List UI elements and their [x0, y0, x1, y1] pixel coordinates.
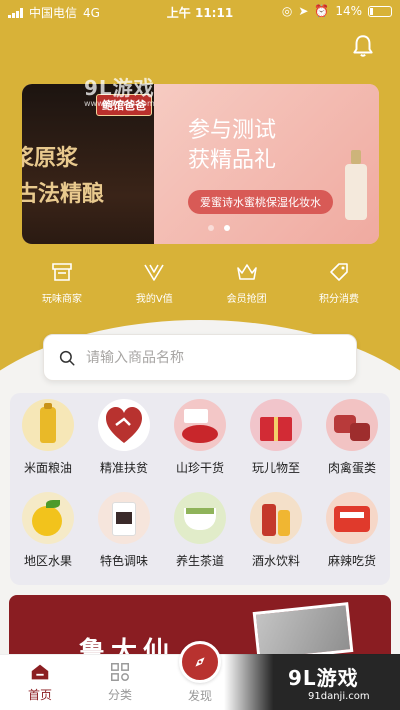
crown-icon: [236, 264, 257, 280]
banner-title: 参与测试 获精品礼: [188, 116, 276, 176]
search-input[interactable]: [86, 349, 326, 366]
quick-link-points[interactable]: 积分消费: [299, 260, 379, 305]
watermark-bottom: 9L游戏 91danji.com: [224, 654, 400, 710]
category-label: 玩儿物至: [251, 461, 300, 475]
tag-icon: [330, 263, 348, 281]
drinks-icon: [250, 492, 302, 544]
category-label: 米面粮油: [23, 461, 72, 475]
quick-links: 玩味商家 我的V值 会员抢团 积分消费: [22, 260, 379, 305]
category-regional-fruit[interactable]: 地区水果: [10, 492, 86, 582]
promo-photo: [252, 602, 354, 655]
category-grid: 米面粮油 精准扶贫 山珍干货 玩儿物至 肉禽蛋类 地区水果 特色调味 养生茶道 …: [10, 393, 390, 585]
oil-bottle-icon: [22, 399, 74, 451]
category-label: 地区水果: [23, 554, 72, 568]
category-label: 精准扶贫: [99, 461, 148, 475]
quick-link-label: 会员抢团: [226, 294, 267, 305]
quick-link-member-group[interactable]: 会员抢团: [207, 260, 287, 305]
grid-icon: [111, 663, 129, 681]
quick-link-v-value[interactable]: 我的V值: [114, 260, 194, 305]
banner-title-line-2: 获精品礼: [188, 148, 277, 173]
category-spicy-snacks[interactable]: 麻辣吃货: [314, 492, 390, 582]
watermark-brand: 9L游戏: [84, 76, 155, 100]
category-label: 麻辣吃货: [327, 554, 376, 568]
tea-cup-icon: [174, 492, 226, 544]
watermark-site: 91danji.com: [308, 691, 370, 702]
banner-left-text-2: 古法精酿: [22, 182, 105, 207]
category-tea[interactable]: 养生茶道: [162, 492, 238, 582]
quick-link-label: 积分消费: [318, 294, 359, 305]
battery-percent: 14%: [335, 4, 362, 18]
banner-title-line-1: 参与测试: [188, 118, 277, 143]
category-label: 酒水饮料: [251, 554, 300, 568]
tab-label: 发现: [187, 689, 212, 703]
category-label: 山珍干货: [175, 461, 224, 475]
shop-icon: [52, 263, 72, 281]
tab-home[interactable]: 首页: [10, 661, 70, 703]
watermark-site: www.91danji.com: [84, 99, 155, 108]
watermark-top: 9L游戏 www.91danji.com: [84, 72, 155, 108]
banner-product-pill: 爱蜜诗水蜜桃保湿化妆水: [188, 190, 333, 214]
category-label: 肉禽蛋类: [327, 461, 376, 475]
category-toys[interactable]: 玩儿物至: [238, 399, 314, 489]
category-label: 特色调味: [99, 554, 148, 568]
lotion-bottle-icon: [345, 150, 367, 220]
compass-icon: [179, 641, 221, 683]
orientation-lock-icon: ◎: [281, 4, 293, 18]
spicy-snack-icon: [326, 492, 378, 544]
quick-link-label: 我的V值: [135, 294, 173, 305]
heart-hands-icon: [98, 399, 150, 451]
banner-beer-panel: 鲍馆爸爸 浆原浆 古法精酿: [22, 84, 154, 244]
location-icon: ➤: [298, 4, 309, 18]
quick-link-merchants[interactable]: 玩味商家: [22, 260, 102, 305]
search-icon: [59, 350, 75, 365]
category-grain-oil[interactable]: 米面粮油: [10, 399, 86, 489]
gift-box-icon: [250, 399, 302, 451]
category-drinks[interactable]: 酒水饮料: [238, 492, 314, 582]
meat-icon: [326, 399, 378, 451]
home-icon: [31, 664, 49, 680]
tab-discover[interactable]: 发现: [170, 641, 230, 704]
tab-label: 分类: [107, 688, 132, 702]
pagination-dot[interactable]: [208, 225, 214, 231]
category-poverty-relief[interactable]: 精准扶贫: [86, 399, 162, 489]
banner-left-text-1: 浆原浆: [22, 146, 79, 171]
pagination-dot-active[interactable]: [224, 225, 230, 231]
category-seasoning[interactable]: 特色调味: [86, 492, 162, 582]
status-bar: 中国电信 4G 上午 11:11 ◎ ➤ ⏰ 14%: [0, 0, 400, 24]
quick-link-label: 玩味商家: [42, 294, 82, 305]
watermark-brand: 9L游戏: [288, 666, 359, 690]
battery-icon: [368, 5, 392, 17]
fruit-icon: [22, 492, 74, 544]
v-value-icon: [144, 264, 165, 281]
notification-bell-icon[interactable]: [350, 33, 376, 59]
search-bar[interactable]: [43, 334, 357, 381]
goji-icon: [174, 399, 226, 451]
tab-categories[interactable]: 分类: [90, 661, 150, 703]
category-meat-eggs[interactable]: 肉禽蛋类: [314, 399, 390, 489]
seasoning-jar-icon: [98, 492, 150, 544]
category-dried-goods[interactable]: 山珍干货: [162, 399, 238, 489]
category-label: 养生茶道: [175, 554, 224, 568]
banner-pagination: [208, 225, 230, 231]
tab-label: 首页: [27, 688, 52, 702]
promo-banner[interactable]: 鲍馆爸爸 浆原浆 古法精酿 参与测试 获精品礼 爱蜜诗水蜜桃保湿化妆水: [22, 84, 379, 244]
promo-text: 鲁大仙: [79, 637, 176, 655]
alarm-icon: ⏰: [314, 4, 330, 18]
